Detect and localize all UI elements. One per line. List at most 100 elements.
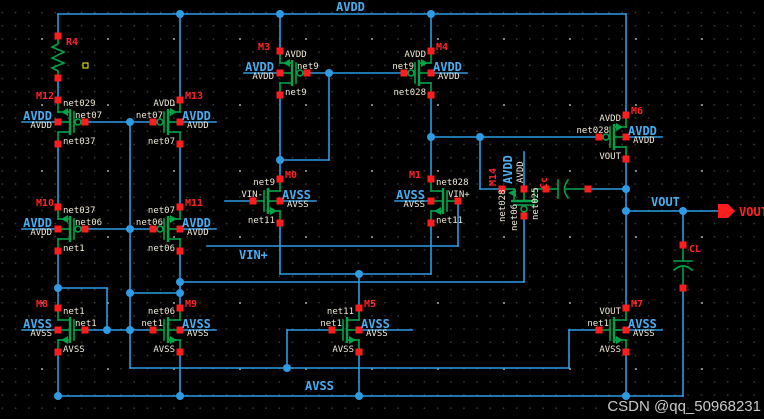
- pin-label[interactable]: AVSS: [287, 200, 309, 210]
- pin-label[interactable]: net1: [587, 319, 609, 329]
- pin-label[interactable]: AVSS: [153, 345, 175, 355]
- pin-label[interactable]: AVSS: [599, 345, 621, 355]
- rotated-label-M14[interactable]: M14: [488, 168, 499, 186]
- instance-label-M5[interactable]: M5: [364, 299, 376, 310]
- pin-M10-d[interactable]: [55, 204, 62, 211]
- net-label-vout[interactable]: VOUT: [651, 195, 680, 209]
- pin-label[interactable]: AVDD: [30, 121, 52, 131]
- pin-label[interactable]: net1: [141, 319, 163, 329]
- pin-label[interactable]: AVDD: [153, 99, 175, 109]
- pin-label[interactable]: AVDD: [633, 136, 655, 146]
- pin-M13-s[interactable]: [177, 141, 184, 148]
- rotated-label-net06[interactable]: net06: [510, 204, 520, 231]
- pin-M14-g[interactable]: [521, 213, 528, 220]
- net-label-avss[interactable]: AVSS: [305, 379, 334, 393]
- pin-label[interactable]: VIN-: [241, 190, 263, 200]
- pin-label[interactable]: AVSS: [332, 345, 354, 355]
- pin-M8-d[interactable]: [55, 305, 62, 312]
- pin-M14-b[interactable]: [521, 186, 528, 193]
- pin-M1-s[interactable]: [428, 220, 435, 227]
- rotated-label-net025[interactable]: net025: [531, 187, 541, 220]
- instance-label-M3[interactable]: M3: [258, 42, 270, 53]
- pin-label[interactable]: net06: [136, 218, 163, 228]
- pin-M3-d[interactable]: [277, 48, 284, 55]
- instance-label-M12[interactable]: M12: [36, 91, 54, 102]
- pin-label[interactable]: AVDD: [438, 72, 460, 82]
- instance-label-M0[interactable]: M0: [285, 170, 297, 181]
- pin-label[interactable]: VOUT: [599, 152, 621, 162]
- pin-label[interactable]: net06: [148, 307, 175, 317]
- pin-R4[interactable]: [55, 75, 62, 82]
- net-label-vin+[interactable]: VIN+: [239, 248, 268, 262]
- pin-label[interactable]: net037: [63, 206, 96, 216]
- label-CL[interactable]: CL: [689, 244, 701, 255]
- pin-label[interactable]: net11: [327, 307, 354, 317]
- pin-label[interactable]: net1: [63, 244, 85, 254]
- pin-M8-b[interactable]: [55, 327, 62, 334]
- pin-M11-s[interactable]: [177, 248, 184, 255]
- pin-M12-d[interactable]: [55, 97, 62, 104]
- output-pin-vout[interactable]: [718, 204, 735, 218]
- pin-M1-d[interactable]: [428, 176, 435, 183]
- pin-label[interactable]: AVDD: [30, 228, 52, 238]
- instance-label-M4[interactable]: M4: [436, 42, 448, 53]
- instance-label-M13[interactable]: M13: [185, 91, 203, 102]
- pin-M9-s[interactable]: [177, 349, 184, 356]
- pin-label[interactable]: net037: [63, 137, 96, 147]
- pin-M12-s[interactable]: [55, 141, 62, 148]
- pin-M0-d[interactable]: [277, 176, 284, 183]
- pin-label[interactable]: net029: [63, 99, 96, 109]
- pin-label[interactable]: AVSS: [403, 200, 425, 210]
- pin-M7-s[interactable]: [623, 349, 630, 356]
- pin-label[interactable]: AVDD: [599, 114, 621, 124]
- pin-label[interactable]: net11: [436, 216, 463, 226]
- pin-label[interactable]: AVDD: [252, 72, 274, 82]
- pin-label[interactable]: net07: [148, 206, 175, 216]
- pin-label[interactable]: net9: [285, 88, 307, 98]
- pin-label[interactable]: net028: [576, 126, 609, 136]
- pin-label[interactable]: net06: [75, 218, 102, 228]
- label-VOUT[interactable]: VOUT: [739, 205, 764, 219]
- pin-label[interactable]: AVSS: [366, 329, 388, 339]
- pin-M11-d[interactable]: [177, 204, 184, 211]
- pin-M8-s[interactable]: [55, 349, 62, 356]
- pin-M12-b[interactable]: [55, 119, 62, 126]
- pin-label[interactable]: net9: [253, 178, 275, 188]
- pin-label[interactable]: AVDD: [285, 50, 307, 60]
- pin-label[interactable]: net9: [297, 62, 319, 72]
- label-R4[interactable]: R4: [66, 37, 78, 48]
- pin-M10-s[interactable]: [55, 248, 62, 255]
- pin-M5-s[interactable]: [356, 349, 363, 356]
- pin-label[interactable]: net1: [63, 307, 85, 317]
- net-label-avdd[interactable]: AVDD: [336, 0, 365, 14]
- pin-label[interactable]: net06: [148, 244, 175, 254]
- pin-M9-d[interactable]: [177, 305, 184, 312]
- pin-label[interactable]: net028: [436, 178, 469, 188]
- schematic-svg[interactable]: M12 net029 net037 net07 AVDD AVDD M13 AVDD net07…: [0, 0, 764, 419]
- pin-label[interactable]: AVSS: [633, 329, 655, 339]
- instance-label-M11[interactable]: M11: [185, 198, 203, 209]
- pin-label[interactable]: AVSS: [63, 345, 85, 355]
- pin-M13-d[interactable]: [177, 97, 184, 104]
- pin-label[interactable]: AVSS: [30, 329, 52, 339]
- pin-M4-d[interactable]: [428, 48, 435, 55]
- pin-label[interactable]: net1: [320, 319, 342, 329]
- pin-label[interactable]: net9: [392, 62, 414, 72]
- pin-M5-d[interactable]: [356, 305, 363, 312]
- pin-label[interactable]: net1: [75, 319, 97, 329]
- pin-M7-d[interactable]: [623, 305, 630, 312]
- instance-label-M10[interactable]: M10: [36, 198, 54, 209]
- pin-label[interactable]: net11: [248, 216, 275, 226]
- pin-M6-d[interactable]: [623, 112, 630, 119]
- instance-label-M8[interactable]: M8: [36, 299, 48, 310]
- pin-label[interactable]: AVDD: [187, 228, 209, 238]
- pin-label[interactable]: net028: [393, 88, 426, 98]
- pin-label[interactable]: VOUT: [599, 307, 621, 317]
- pin-label[interactable]: net07: [75, 111, 102, 121]
- instance-label-M1[interactable]: M1: [409, 170, 421, 181]
- pin-M4-s[interactable]: [428, 92, 435, 99]
- pin-Cc[interactable]: [585, 186, 592, 193]
- instance-label-M7[interactable]: M7: [631, 299, 643, 310]
- pin-M0-s[interactable]: [277, 220, 284, 227]
- pin-label[interactable]: AVDD: [404, 50, 426, 60]
